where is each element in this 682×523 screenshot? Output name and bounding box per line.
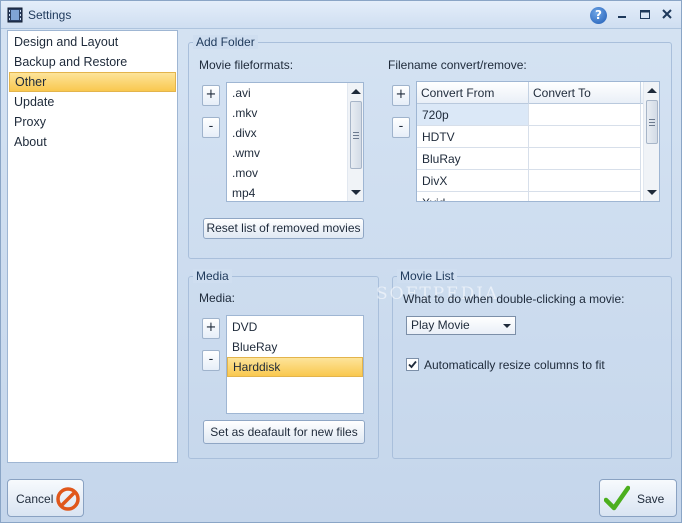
- column-convert-from[interactable]: Convert From: [417, 82, 529, 104]
- convert-scrollbar[interactable]: [643, 82, 659, 201]
- cell-convert-to[interactable]: [529, 104, 641, 126]
- formats-scrollbar[interactable]: [347, 83, 363, 201]
- cell-convert-from[interactable]: 720p: [417, 104, 529, 126]
- film-icon: [7, 7, 23, 23]
- column-convert-to[interactable]: Convert To: [529, 82, 641, 104]
- cell-convert-from[interactable]: Xvid: [417, 192, 529, 201]
- list-item[interactable]: mp4: [227, 183, 363, 201]
- cell-convert-from[interactable]: BluRay: [417, 148, 529, 170]
- settings-nav: Design and Layout Backup and Restore Oth…: [7, 30, 178, 463]
- auto-resize-label[interactable]: Automatically resize columns to fit: [424, 358, 605, 372]
- media-title: Media: [193, 269, 232, 283]
- convert-table-header: Convert From Convert To: [417, 82, 659, 104]
- list-item[interactable]: .avi: [227, 83, 363, 103]
- scroll-thumb[interactable]: [350, 101, 362, 169]
- scroll-up-icon[interactable]: [647, 88, 657, 93]
- add-format-button[interactable]: +: [202, 85, 220, 106]
- double-click-action-value: Play Movie: [411, 318, 470, 332]
- list-item[interactable]: BlueRay: [227, 337, 363, 357]
- checkmark-icon: [408, 360, 417, 369]
- list-item[interactable]: .wmv: [227, 143, 363, 163]
- title-bar[interactable]: Settings ?: [1, 1, 681, 29]
- list-item[interactable]: Harddisk: [227, 357, 363, 377]
- nav-item-update[interactable]: Update: [9, 92, 176, 112]
- list-item[interactable]: .divx: [227, 123, 363, 143]
- double-click-label: What to do when double-clicking a movie:: [403, 292, 625, 306]
- nav-item-design-and-layout[interactable]: Design and Layout: [9, 32, 176, 52]
- remove-format-button[interactable]: -: [202, 117, 220, 138]
- list-item[interactable]: DVD: [227, 317, 363, 337]
- help-icon[interactable]: ?: [590, 7, 607, 24]
- scroll-down-icon[interactable]: [351, 190, 361, 195]
- save-label: Save: [637, 492, 665, 506]
- movie-list-title: Movie List: [397, 269, 458, 283]
- nav-item-backup-and-restore[interactable]: Backup and Restore: [9, 52, 176, 72]
- media-list[interactable]: DVD BlueRay Harddisk: [226, 315, 364, 414]
- nav-item-other[interactable]: Other: [9, 72, 176, 92]
- convert-table[interactable]: Convert From Convert To 720p HDTV BluRay…: [416, 81, 660, 202]
- window-title: Settings: [28, 8, 72, 22]
- scroll-up-icon[interactable]: [351, 89, 361, 94]
- filename-convert-label: Filename convert/remove:: [388, 58, 527, 72]
- add-folder-title: Add Folder: [193, 35, 258, 49]
- cell-convert-to[interactable]: [529, 170, 641, 192]
- scroll-thumb[interactable]: [646, 100, 658, 144]
- add-media-button[interactable]: +: [202, 318, 220, 339]
- scroll-down-icon[interactable]: [647, 190, 657, 195]
- close-button[interactable]: [658, 7, 676, 23]
- settings-window: Settings ? Design and Layout Backup and …: [0, 0, 682, 523]
- movie-formats-list[interactable]: .avi .mkv .divx .wmv .mov mp4: [226, 82, 364, 202]
- cell-convert-to[interactable]: [529, 126, 641, 148]
- cell-convert-to[interactable]: [529, 192, 641, 201]
- cancel-button[interactable]: Cancel: [7, 479, 84, 517]
- chevron-down-icon: [503, 324, 511, 328]
- cancel-icon: [56, 487, 80, 511]
- nav-item-about[interactable]: About: [9, 132, 176, 152]
- double-click-action-select[interactable]: Play Movie: [406, 316, 516, 335]
- media-label: Media:: [199, 291, 236, 305]
- list-item[interactable]: .mov: [227, 163, 363, 183]
- movie-formats-label: Movie fileformats:: [199, 58, 294, 72]
- remove-media-button[interactable]: -: [202, 350, 220, 371]
- remove-convert-button[interactable]: -: [392, 117, 410, 138]
- cell-convert-from[interactable]: HDTV: [417, 126, 529, 148]
- maximize-button[interactable]: [636, 7, 654, 23]
- cell-convert-from[interactable]: DivX: [417, 170, 529, 192]
- auto-resize-checkbox[interactable]: [406, 358, 419, 371]
- add-convert-button[interactable]: +: [392, 85, 410, 106]
- cell-convert-to[interactable]: [529, 148, 641, 170]
- list-item[interactable]: .mkv: [227, 103, 363, 123]
- minimize-button[interactable]: [613, 7, 631, 23]
- checkmark-icon: [604, 485, 630, 511]
- set-default-media-button[interactable]: Set as deafault for new files: [203, 420, 365, 444]
- cancel-label: Cancel: [16, 492, 54, 506]
- nav-item-proxy[interactable]: Proxy: [9, 112, 176, 132]
- reset-removed-movies-button[interactable]: Reset list of removed movies: [203, 218, 364, 239]
- save-button[interactable]: Save: [599, 479, 677, 517]
